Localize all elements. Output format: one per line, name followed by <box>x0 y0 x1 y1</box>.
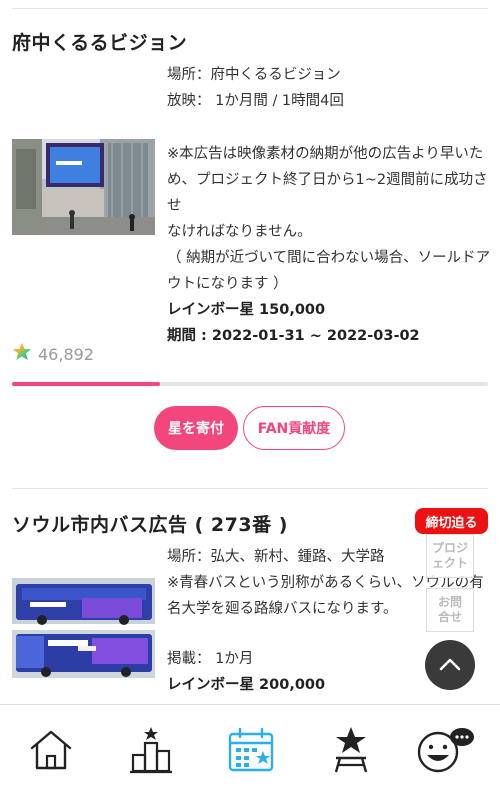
project-title[interactable]: 府中くるるビジョン <box>12 28 187 55</box>
funding-progress-bar <box>12 382 488 386</box>
scroll-top-button[interactable] <box>425 640 475 690</box>
nav-home[interactable] <box>26 727 76 777</box>
divider <box>12 8 488 9</box>
calendar-icon <box>227 727 275 777</box>
chat-face-icon <box>414 725 476 779</box>
project-side-button[interactable]: プロジ ェクト <box>426 534 474 578</box>
nav-ranking[interactable] <box>126 727 176 777</box>
fan-contribution-button[interactable]: FAN貢献度 <box>243 406 345 450</box>
project-title[interactable]: ソウル市内バス広告 ( 273番 ) <box>12 510 288 537</box>
rainbow-star-icon <box>12 342 32 366</box>
period-text: 期間 : 2022-01-31 ~ 2022-03-02 <box>167 328 420 344</box>
notice-line: め、プロジェクト終了日から1~2週間前に成功させ <box>167 172 488 214</box>
notice-line: ウトになります ） <box>167 276 288 292</box>
project-thumbnail[interactable] <box>12 139 155 235</box>
star-podium-icon <box>328 725 374 779</box>
deadline-badge: 締切迫る <box>415 508 488 534</box>
nav-chat[interactable] <box>417 727 474 777</box>
screening-text: 放映： 1か月間 / 1時間4回 <box>167 93 344 109</box>
chevron-up-icon <box>439 656 461 675</box>
nav-podium[interactable] <box>326 727 376 777</box>
donate-star-button[interactable]: 星を寄付 <box>154 406 238 450</box>
location-text: 場所：府中くるるビジョン <box>167 67 341 83</box>
project-notice: ※本広告は映像素材の納期が他の広告より早いた め、プロジェクト終了日から1~2週… <box>167 141 492 349</box>
inquiry-side-button[interactable]: お問 合せ <box>426 588 474 632</box>
project-details: 場所：府中くるるビジョン 放映： 1か月間 / 1時間4回 <box>167 62 492 114</box>
star-count-row: 46,892 <box>12 342 94 366</box>
bottom-navigation <box>0 704 500 802</box>
notice-line: なければなりません。 <box>167 224 312 240</box>
home-icon <box>28 728 74 776</box>
notice-line: ※本広告は映像素材の納期が他の広告より早いた <box>167 146 484 162</box>
progress-fill <box>12 382 160 386</box>
notice-line: （ 納期が近づいて間に合わない場合、ソールドア <box>167 250 491 266</box>
price-text: レインボー星 150,000 <box>167 302 326 318</box>
star-count: 46,892 <box>38 344 94 364</box>
project-list[interactable]: 府中くるるビジョン 場所：府中くるるビジョン 放映： 1か月間 / 1時間4回 <box>0 0 500 704</box>
project-thumbnail[interactable] <box>12 578 155 678</box>
ranking-icon <box>129 725 173 779</box>
nav-calendar[interactable] <box>226 727 276 777</box>
divider <box>12 488 488 489</box>
